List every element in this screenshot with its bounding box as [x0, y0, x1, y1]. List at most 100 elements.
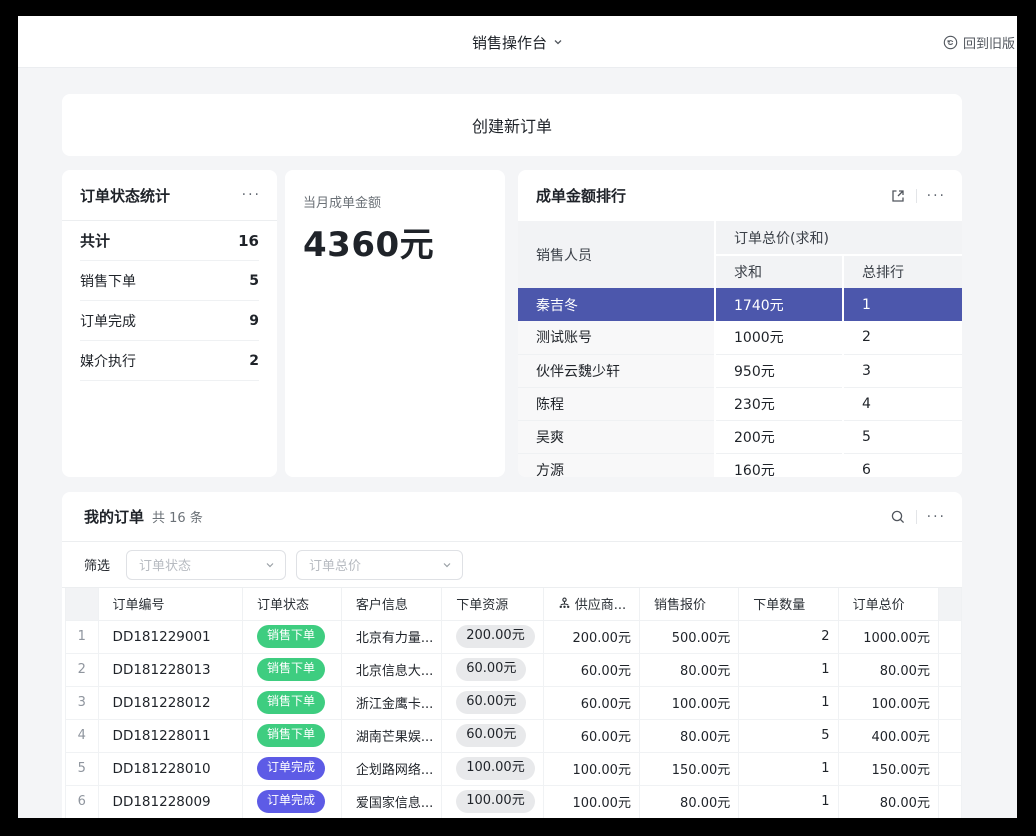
- divider: [916, 189, 917, 203]
- status-row: 订单完成 9: [80, 301, 259, 341]
- create-order-button[interactable]: 创建新订单: [62, 94, 962, 156]
- filter-bar: 筛选 订单状态 订单总价: [62, 542, 962, 588]
- status-value: 9: [249, 313, 259, 329]
- status-badge: 销售下单: [257, 691, 325, 714]
- order-id: DD181228013: [98, 653, 242, 686]
- status-row: 媒介执行 2: [80, 341, 259, 381]
- salesperson-name: 吴爽: [518, 420, 715, 453]
- supplier-price: 60.00元: [543, 719, 639, 752]
- status-label: 销售下单: [80, 271, 136, 291]
- more-menu-icon[interactable]: ···: [242, 188, 261, 202]
- order-row[interactable]: 1 DD181229001 销售下单 北京有力量... 200.00元 200.…: [66, 620, 962, 653]
- order-row[interactable]: 5 DD181228010 订单完成 企划路网络... 100.00元 100.…: [66, 752, 962, 785]
- order-qty: 5: [739, 719, 838, 752]
- filter-placeholder: 订单状态: [139, 555, 191, 574]
- order-total: 100.00元: [838, 686, 938, 719]
- order-row[interactable]: 3 DD181228012 销售下单 浙江金鹰卡... 60.00元 60.00…: [66, 686, 962, 719]
- workspace-switcher[interactable]: 销售操作台: [18, 16, 1017, 68]
- hierarchy-icon: [558, 597, 571, 610]
- sale-price: 80.00元: [639, 719, 738, 752]
- filter-label: 筛选: [84, 555, 110, 574]
- supplier-price: 60.00元: [543, 686, 639, 719]
- col-order-status[interactable]: 订单状态: [243, 588, 342, 620]
- resource-pill: 60.00元: [456, 691, 526, 715]
- order-qty: 1: [739, 686, 838, 719]
- more-menu-icon[interactable]: ···: [927, 189, 946, 203]
- amount-label: 当月成单金额: [303, 192, 487, 211]
- order-qty: 1: [739, 653, 838, 686]
- orders-count: 共 16 条: [152, 507, 203, 526]
- row-index: 4: [66, 719, 99, 752]
- rank-value: 2: [843, 321, 962, 354]
- filter-order-total-select[interactable]: 订单总价: [296, 550, 463, 580]
- tail-cell: [938, 785, 961, 818]
- filter-order-status-select[interactable]: 订单状态: [126, 550, 286, 580]
- order-id: DD181228012: [98, 686, 242, 719]
- order-id: DD181228009: [98, 785, 242, 818]
- rank-value: 1: [843, 288, 962, 321]
- order-total: 150.00元: [838, 752, 938, 785]
- ranking-table: 销售人员 订单总价(求和) 求和 总排行 秦吉冬 1740元 1 测试账号 10…: [518, 221, 962, 477]
- status-value: 16: [238, 232, 259, 250]
- my-orders-card: 我的订单 共 16 条 ··· 筛选 订单状态 订单总价: [62, 492, 962, 818]
- tail-cell: [938, 752, 961, 785]
- card-title: 成单金额排行: [536, 185, 626, 206]
- col-order-id[interactable]: 订单编号: [98, 588, 242, 620]
- row-index: 3: [66, 686, 99, 719]
- sum-value: 160元: [715, 453, 843, 477]
- col-sale-price[interactable]: 销售报价: [639, 588, 738, 620]
- supplier-price: 100.00元: [543, 785, 639, 818]
- sale-price: 80.00元: [639, 785, 738, 818]
- page-title: 销售操作台: [472, 32, 547, 53]
- ranking-row: 吴爽 200元 5: [518, 420, 962, 453]
- order-total: 80.00元: [838, 785, 938, 818]
- col-index: [66, 588, 99, 620]
- sale-price: 100.00元: [639, 686, 738, 719]
- status-row-total: 共计 16: [80, 221, 259, 261]
- supplier-price: 200.00元: [543, 620, 639, 653]
- resource-pill: 60.00元: [456, 724, 526, 748]
- col-supplier[interactable]: 供应商...: [543, 588, 639, 620]
- col-resource[interactable]: 下单资源: [442, 588, 544, 620]
- ranking-row: 测试账号 1000元 2: [518, 321, 962, 354]
- chevron-down-icon: [442, 560, 452, 570]
- customer-info: 北京信息大...: [341, 653, 441, 686]
- rank-value: 3: [843, 354, 962, 387]
- status-label: 媒介执行: [80, 351, 136, 371]
- col-customer[interactable]: 客户信息: [341, 588, 441, 620]
- order-status-stats-card: 订单状态统计 ··· 共计 16 销售下单 5 订单完成 9 媒介执行 2: [62, 170, 277, 477]
- tail-cell: [938, 653, 961, 686]
- col-total[interactable]: 订单总价: [838, 588, 938, 620]
- order-id: DD181229001: [98, 620, 242, 653]
- order-qty: 1: [739, 785, 838, 818]
- col-qty[interactable]: 下单数量: [739, 588, 838, 620]
- amount-ranking-card: 成单金额排行 ··· 销售人员 订单总价(求和) 求和 总排行: [518, 170, 962, 477]
- salesperson-name: 方源: [518, 453, 715, 477]
- sale-price: 500.00元: [639, 620, 738, 653]
- resource-pill: 60.00元: [456, 658, 526, 682]
- open-external-icon[interactable]: [890, 188, 906, 204]
- order-qty: 2: [739, 620, 838, 653]
- order-row[interactable]: 4 DD181228011 销售下单 湖南芒果娱... 60.00元 60.00…: [66, 719, 962, 752]
- row-index: 6: [66, 785, 99, 818]
- row-index: 2: [66, 653, 99, 686]
- status-badge: 销售下单: [257, 658, 325, 681]
- col-salesperson: 销售人员: [518, 221, 715, 288]
- order-total: 80.00元: [838, 653, 938, 686]
- status-badge: 订单完成: [257, 757, 325, 780]
- more-menu-icon[interactable]: ···: [927, 510, 946, 524]
- sum-value: 1000元: [715, 321, 843, 354]
- ranking-row: 方源 160元 6: [518, 453, 962, 477]
- back-to-old-version-button[interactable]: 回到旧版: [943, 16, 1015, 68]
- customer-info: 湖南芒果娱...: [341, 719, 441, 752]
- app-window: 销售操作台 回到旧版 创建新订单 订单状态统计 ··· 共计 16: [18, 16, 1017, 818]
- order-row[interactable]: 6 DD181228009 订单完成 爱国家信息... 100.00元 100.…: [66, 785, 962, 818]
- status-badge: 订单完成: [257, 790, 325, 813]
- customer-info: 浙江金鹰卡...: [341, 686, 441, 719]
- ranking-row-highlighted: 秦吉冬 1740元 1: [518, 288, 962, 321]
- search-icon[interactable]: [890, 509, 906, 525]
- status-label: 共计: [80, 230, 110, 251]
- col-sum: 求和: [715, 255, 843, 288]
- salesperson-name: 伙伴云魏少轩: [518, 354, 715, 387]
- order-row[interactable]: 2 DD181228013 销售下单 北京信息大... 60.00元 60.00…: [66, 653, 962, 686]
